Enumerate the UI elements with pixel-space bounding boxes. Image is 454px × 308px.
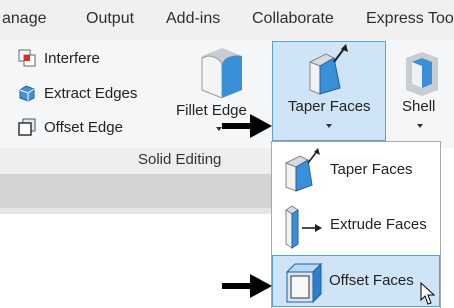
tab-manage[interactable]: anage (2, 10, 47, 28)
shell-icon (406, 52, 438, 96)
dropdown-item-extrude-faces[interactable]: Extrude Faces (272, 200, 440, 252)
interfere-button[interactable]: Interfere (18, 46, 100, 70)
annotation-arrow-icon (222, 114, 272, 138)
extrude-faces-icon (285, 205, 322, 249)
shell-button[interactable]: Shell (392, 44, 454, 140)
ribbon-tab-bar: anage Output Add-ins Collaborate Express… (0, 0, 454, 40)
panel-title-bar (0, 148, 272, 174)
dropdown-item-label: Offset Faces (329, 272, 414, 289)
offset-edge-button[interactable]: Offset Edge (18, 115, 123, 139)
tab-add-ins[interactable]: Add-ins (166, 10, 220, 28)
shell-dropdown-icon (417, 124, 423, 128)
tab-collaborate[interactable]: Collaborate (252, 10, 334, 28)
interfere-label: Interfere (44, 49, 100, 67)
dropdown-item-offset-faces[interactable]: Offset Faces (272, 255, 440, 307)
extract-edges-button[interactable]: Extract Edges (18, 81, 137, 105)
panel-title: Solid Editing (138, 151, 222, 168)
taper-faces-icon (308, 44, 348, 95)
divider (0, 208, 272, 214)
taper-faces-dropdown-icon (326, 124, 332, 128)
tab-output[interactable]: Output (86, 10, 134, 28)
taper-faces-dropdown-menu: Taper Faces Extrude Faces Offset Faces (271, 141, 441, 308)
extract-edges-icon (18, 84, 36, 102)
shell-label: Shell (402, 98, 436, 115)
offset-edge-icon (18, 118, 36, 136)
dropdown-item-label: Taper Faces (330, 161, 413, 178)
fillet-edge-icon (201, 48, 242, 98)
offset-edge-label: Offset Edge (44, 118, 123, 136)
interfere-icon (18, 49, 36, 67)
tab-express-tools[interactable]: Express Too (366, 10, 454, 28)
taper-faces-icon (284, 148, 320, 192)
dropdown-item-label: Extrude Faces (330, 216, 427, 233)
mouse-cursor-icon (420, 282, 436, 305)
annotation-arrow-icon (222, 274, 272, 298)
extract-edges-label: Extract Edges (44, 84, 138, 102)
taper-faces-label: Taper Faces (288, 98, 371, 115)
dropdown-item-taper-faces[interactable]: Taper Faces (272, 145, 440, 197)
drawing-area-header (0, 174, 272, 208)
offset-faces-icon (285, 262, 323, 304)
